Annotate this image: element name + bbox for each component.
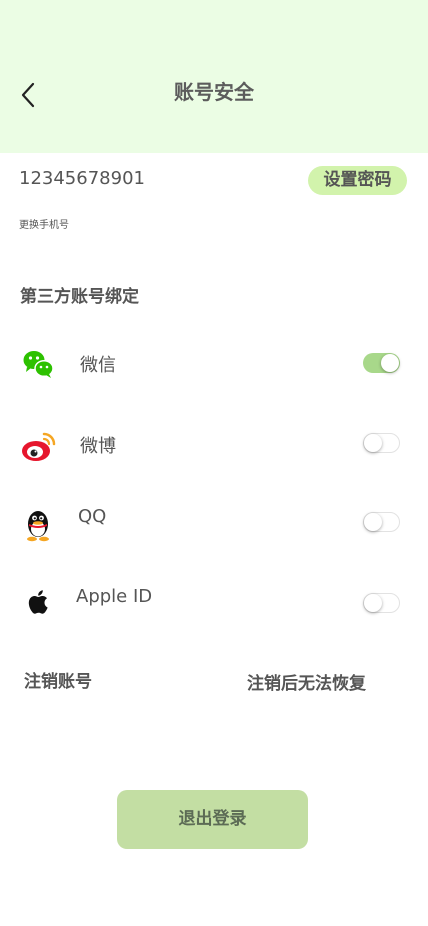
toggle-knob bbox=[364, 434, 382, 452]
third-party-label-apple: Apple ID bbox=[76, 586, 153, 607]
deactivate-account-link[interactable]: 注销账号 bbox=[24, 667, 92, 692]
change-phone-link[interactable]: 更换手机号 bbox=[19, 216, 69, 231]
phone-number: 12345678901 bbox=[19, 168, 145, 189]
wechat-bind-toggle[interactable] bbox=[363, 353, 400, 373]
deactivate-note: 注销后无法恢复 bbox=[247, 674, 366, 694]
qq-bind-toggle[interactable] bbox=[363, 512, 400, 532]
third-party-label-qq: QQ bbox=[78, 506, 107, 527]
toggle-knob bbox=[364, 594, 382, 612]
third-party-label-weibo: 微博 bbox=[80, 436, 116, 457]
qq-icon bbox=[27, 511, 49, 542]
toggle-knob bbox=[364, 513, 382, 531]
third-party-label-wechat: 微信 bbox=[80, 355, 116, 376]
apple-bind-toggle[interactable] bbox=[363, 593, 400, 613]
toggle-knob bbox=[381, 354, 399, 372]
page-title: 账号安全 bbox=[174, 80, 254, 104]
wechat-icon bbox=[23, 351, 54, 378]
apple-icon bbox=[28, 590, 48, 614]
third-party-section-title: 第三方账号绑定 bbox=[20, 287, 139, 307]
header-bar: 账号安全 bbox=[0, 0, 428, 153]
set-password-button[interactable]: 设置密码 bbox=[308, 166, 407, 195]
logout-button[interactable]: 退出登录 bbox=[117, 790, 308, 849]
weibo-bind-toggle[interactable] bbox=[363, 433, 400, 453]
weibo-icon bbox=[22, 432, 56, 461]
